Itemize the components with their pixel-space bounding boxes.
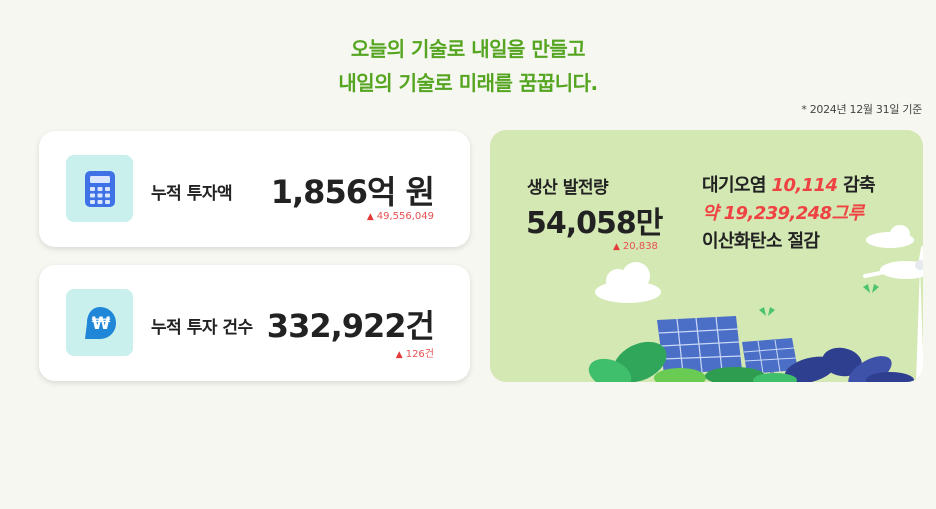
production-label: 생산 발전량 [527,178,609,198]
production-value: 54,058만 [526,206,663,241]
calculator-icon [66,155,133,222]
co2-reduction-text: 이산화탄소 절감 [702,231,820,252]
production-delta: ▲ 20,838 [613,241,658,252]
investment-amount-delta: ▲ 49,556,049 [367,211,434,222]
air-pollution-value: 10,114 [771,175,838,196]
investment-amount-delta-value: 49,556,049 [376,211,434,222]
air-pollution-line: 대기오염 10,114 감축 [702,172,876,200]
investment-count-value: 332,922건 [266,307,435,345]
headline: 오늘의 기술로 내일을 만들고 내일의 기술로 미래를 꿈꿉니다. [0,32,936,100]
production-delta-value: 20,838 [622,241,658,252]
won-pin-icon: ₩ [66,289,133,356]
air-pollution-prefix: 대기오염 [702,175,766,196]
air-pollution-suffix: 감축 [843,175,876,196]
headline-line-1: 오늘의 기술로 내일을 만들고 [350,37,586,61]
up-arrow-icon: ▲ [613,242,620,252]
headline-line-2: 내일의 기술로 미래를 꿈꿉니다. [338,71,598,95]
investment-amount-label: 누적 투자액 [151,184,233,204]
up-arrow-icon: ▲ [366,212,374,222]
tree-equivalent: 약 19,239,248그루 [702,203,864,224]
solar-landscape-illustration [588,225,923,382]
investment-count-delta-value: 126건 [405,349,434,360]
investment-amount-value: 1,856억 원 [270,173,435,211]
investment-count-card: ₩ 누적 투자 건수 332,922건 ▲ 126건 [39,265,470,381]
investment-count-delta: ▲ 126건 [396,345,434,360]
investment-amount-card: 누적 투자액 1,856억 원 ▲ 49,556,049 [39,131,470,247]
svg-text:₩: ₩ [91,314,110,334]
up-arrow-icon: ▲ [395,350,403,360]
butterfly-icon [759,284,879,316]
basis-date: * 2024년 12월 31일 기준 [801,103,922,116]
eco-impact-panel: 생산 발전량 54,058만 ▲ 20,838 대기오염 10,114 감축 약 … [490,130,923,382]
air-pollution-summary: 대기오염 10,114 감축 약 19,239,248그루 이산화탄소 절감 [702,172,876,256]
investment-count-label: 누적 투자 건수 [151,318,253,338]
